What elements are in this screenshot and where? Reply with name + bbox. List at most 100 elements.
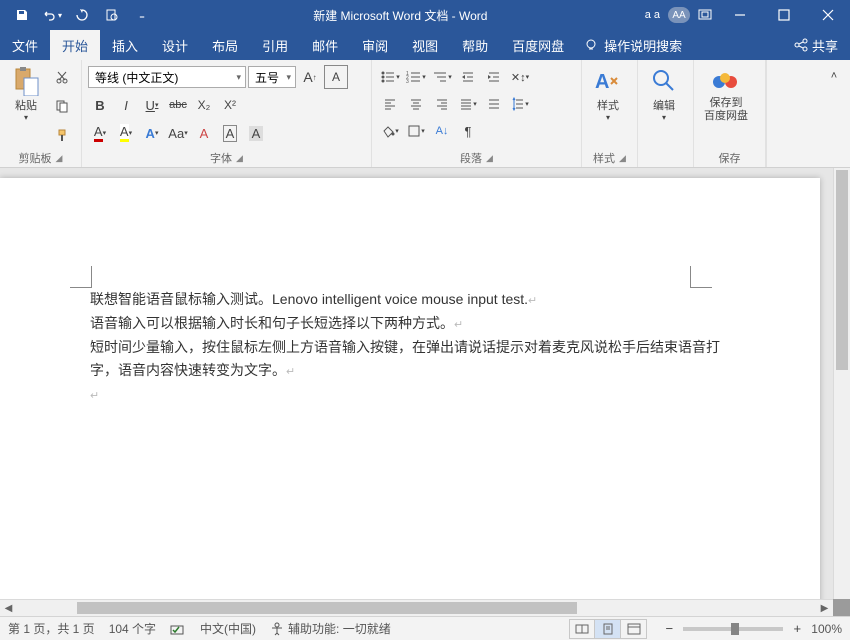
redo-icon[interactable]	[68, 1, 96, 29]
subscript-button[interactable]: X₂	[192, 93, 216, 117]
superscript-button[interactable]: X²	[218, 93, 242, 117]
page-indicator[interactable]: 第 1 页，共 1 页	[8, 620, 95, 637]
ribbon: 粘贴 ▾ 剪贴板◢ 等线 (中文正文) 五号 A↑ A B	[0, 60, 850, 168]
tell-me[interactable]: 操作说明搜索	[576, 30, 782, 60]
font-color-button[interactable]: A▾	[88, 121, 112, 145]
find-icon	[648, 65, 680, 97]
accessibility-status[interactable]: 辅助功能: 一切就绪	[270, 620, 391, 637]
h-scroll-thumb[interactable]	[77, 602, 577, 614]
document-viewport[interactable]: 联想智能语音鼠标输入测试。Lenovo intelligent voice mo…	[0, 168, 833, 599]
tab-view[interactable]: 视图	[400, 30, 450, 60]
justify-button[interactable]: ▾	[456, 92, 480, 116]
undo-icon[interactable]: ▾	[38, 1, 66, 29]
change-case-button[interactable]: Aa▾	[166, 121, 190, 145]
text-effects-button[interactable]: A▾	[140, 121, 164, 145]
styles-launcher[interactable]: ◢	[619, 153, 626, 164]
underline-button[interactable]: U▾	[140, 93, 164, 117]
zoom-out-button[interactable]: −	[661, 621, 677, 637]
strike-button[interactable]: abc	[166, 93, 190, 117]
bullets-button[interactable]: ▾	[378, 65, 402, 89]
account-badge[interactable]: AA	[668, 7, 690, 23]
group-editing: 编辑▾	[638, 60, 694, 167]
distributed-button[interactable]	[482, 92, 506, 116]
ribbon-display-icon[interactable]	[698, 9, 712, 21]
doc-line: 联想智能语音鼠标输入测试。Lenovo intelligent voice mo…	[90, 291, 528, 307]
highlight-button[interactable]: A▾	[114, 121, 138, 145]
page[interactable]: 联想智能语音鼠标输入测试。Lenovo intelligent voice mo…	[0, 178, 820, 599]
para-mark-icon: ↵	[90, 390, 99, 402]
document-area: 联想智能语音鼠标输入测试。Lenovo intelligent voice mo…	[0, 168, 850, 616]
italic-button[interactable]: I	[114, 93, 138, 117]
h-scroll-track[interactable]	[17, 600, 816, 616]
styles-button[interactable]: A 样式▾	[586, 63, 630, 149]
tab-file[interactable]: 文件	[0, 30, 50, 60]
horizontal-scrollbar[interactable]: ◀ ▶	[0, 599, 833, 616]
shrink-font-button[interactable]: A	[324, 65, 348, 89]
shading-button[interactable]: ▾	[378, 119, 402, 143]
decrease-indent-button[interactable]	[456, 65, 480, 89]
h-scroll-right[interactable]: ▶	[816, 603, 833, 614]
v-scroll-thumb[interactable]	[836, 170, 848, 370]
grow-font-button[interactable]: A↑	[298, 65, 322, 89]
align-left-button[interactable]	[378, 92, 402, 116]
increase-indent-button[interactable]	[482, 65, 506, 89]
font-launcher[interactable]: ◢	[236, 153, 243, 164]
paste-button[interactable]: 粘贴 ▾	[4, 63, 48, 149]
char-border-button[interactable]: A	[218, 121, 242, 145]
copy-button[interactable]	[50, 94, 74, 118]
char-shading-button[interactable]: A	[244, 121, 268, 145]
clear-format-button[interactable]: A	[192, 121, 216, 145]
align-right-button[interactable]	[430, 92, 454, 116]
vertical-scrollbar[interactable]	[833, 168, 850, 599]
font-size-combo[interactable]: 五号	[248, 66, 296, 88]
line-spacing-button[interactable]: ▾	[508, 92, 532, 116]
multilevel-button[interactable]: ▾	[430, 65, 454, 89]
paragraph-launcher[interactable]: ◢	[486, 153, 493, 164]
save-icon[interactable]	[8, 1, 36, 29]
preview-icon[interactable]	[98, 1, 126, 29]
para-mark-icon: ↵	[528, 295, 537, 307]
web-layout-button[interactable]	[621, 619, 647, 639]
numbering-button[interactable]: 123▾	[404, 65, 428, 89]
clipboard-launcher[interactable]: ◢	[56, 153, 63, 164]
tab-insert[interactable]: 插入	[100, 30, 150, 60]
tab-home[interactable]: 开始	[50, 30, 100, 60]
tab-design[interactable]: 设计	[150, 30, 200, 60]
zoom-slider[interactable]	[683, 627, 783, 631]
editing-button[interactable]: 编辑▾	[642, 63, 686, 149]
format-painter-button[interactable]	[50, 123, 74, 147]
borders-button[interactable]: ▾	[404, 119, 428, 143]
collapse-ribbon-button[interactable]: ˄	[822, 64, 846, 88]
zoom-level[interactable]: 100%	[811, 622, 842, 636]
tab-references[interactable]: 引用	[250, 30, 300, 60]
print-layout-button[interactable]	[595, 619, 621, 639]
font-name-combo[interactable]: 等线 (中文正文)	[88, 66, 246, 88]
maximize-button[interactable]	[762, 0, 806, 30]
zoom-knob[interactable]	[731, 623, 739, 635]
page-content[interactable]: 联想智能语音鼠标输入测试。Lenovo intelligent voice mo…	[0, 178, 820, 437]
language-indicator[interactable]: 中文(中国)	[200, 620, 256, 637]
minimize-button[interactable]	[718, 0, 762, 30]
asian-layout-button[interactable]: ✕↕▾	[508, 65, 532, 89]
spellcheck-icon[interactable]	[170, 622, 186, 636]
align-center-button[interactable]	[404, 92, 428, 116]
close-button[interactable]	[806, 0, 850, 30]
save-baidu-button[interactable]: 保存到 百度网盘	[698, 63, 754, 149]
word-count[interactable]: 104 个字	[109, 620, 156, 637]
tab-baidu[interactable]: 百度网盘	[500, 30, 576, 60]
crop-mark-tl	[70, 266, 92, 288]
zoom-in-button[interactable]: +	[789, 621, 805, 637]
tab-help[interactable]: 帮助	[450, 30, 500, 60]
bold-button[interactable]: B	[88, 93, 112, 117]
show-marks-button[interactable]: ¶	[456, 119, 480, 143]
tab-mailings[interactable]: 邮件	[300, 30, 350, 60]
read-mode-button[interactable]	[569, 619, 595, 639]
share-button[interactable]: 共享	[782, 30, 850, 60]
qat-more-icon[interactable]: ₌	[128, 1, 156, 29]
sort-button[interactable]: A↓	[430, 119, 454, 143]
tab-review[interactable]: 审阅	[350, 30, 400, 60]
para-mark-icon: ↵	[454, 319, 463, 331]
h-scroll-left[interactable]: ◀	[0, 603, 17, 614]
tab-layout[interactable]: 布局	[200, 30, 250, 60]
cut-button[interactable]	[50, 65, 74, 89]
